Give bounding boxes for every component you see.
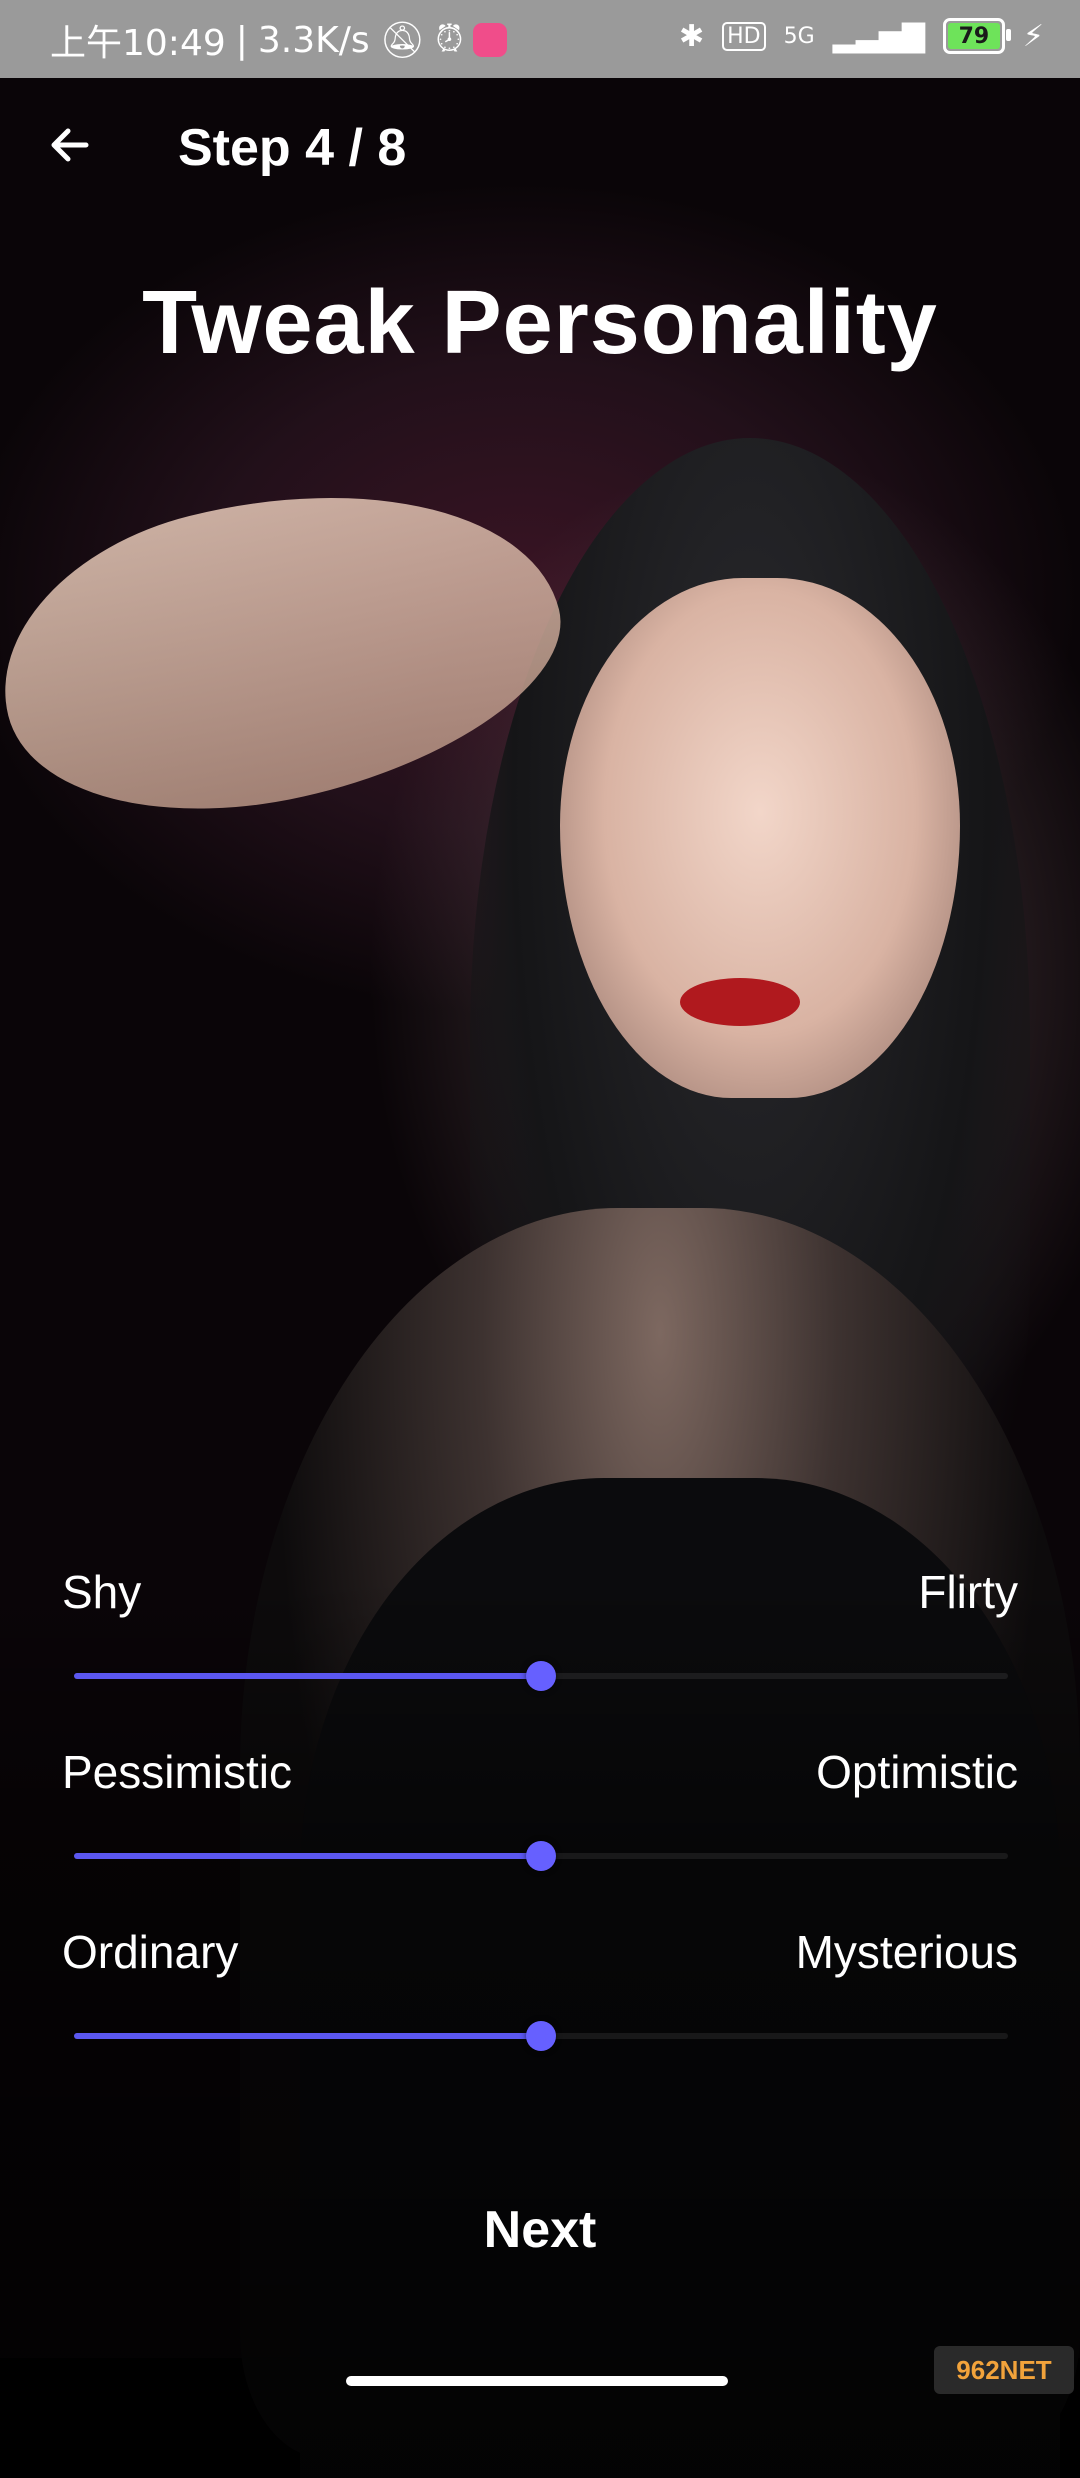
status-divider: | [235,19,248,61]
slider-track[interactable] [74,1841,1008,1871]
trait-left-label: Pessimistic [62,1746,293,1798]
slider-track[interactable] [74,1661,1008,1691]
status-speed: 3.3K/s [257,19,370,61]
status-time: 上午10:49 [50,23,226,64]
page-title: Tweak Personality [142,273,938,373]
trait-left-label: Shy [62,1566,142,1618]
trait-right-label: Mysterious [795,1926,1018,1978]
slider-fill [74,1853,541,1859]
home-indicator[interactable] [346,2376,728,2386]
step-indicator: Step 4 / 8 [178,119,407,177]
trait-left-label: Ordinary [62,1926,239,1978]
alarm-icon: ⏰︎ [435,19,464,60]
charging-icon: ⚡︎ [1022,18,1044,54]
bluetooth-icon: ✱ [678,18,705,54]
mute-icon: 🔕︎ [379,20,426,61]
back-arrow-icon [51,128,89,162]
character-artwork [0,78,1080,2478]
slider-track[interactable] [74,2021,1008,2051]
next-button[interactable]: Next [390,2190,690,2270]
hd-badge: HD [722,21,766,51]
battery-icon: 79 [942,18,1011,54]
status-left: 上午10:49 | 3.3K/s 🔕︎ ⏰︎ [50,14,508,66]
network-type: 5G [783,23,815,49]
signal-icon: ▂▃▅▇ [832,18,925,54]
status-bar: 上午10:49 | 3.3K/s 🔕︎ ⏰︎ ✱ HD 5G ▂▃▅▇ 79 ⚡… [0,0,1080,78]
status-right: ✱ HD 5G ▂▃▅▇ 79 ⚡︎ [679,18,1044,54]
slider-thumb[interactable] [526,1841,556,1871]
slider-fill [74,2033,541,2039]
trait-right-label: Flirty [918,1566,1018,1618]
slider-thumb[interactable] [526,2021,556,2051]
slider-thumb[interactable] [526,1661,556,1691]
trait-right-label: Optimistic [816,1746,1018,1798]
slider-fill [74,1673,541,1679]
battery-level: 79 [958,23,990,49]
watermark-logo: 962NET [934,2346,1074,2394]
back-button[interactable] [40,115,100,175]
app-notification-icon [473,23,508,57]
